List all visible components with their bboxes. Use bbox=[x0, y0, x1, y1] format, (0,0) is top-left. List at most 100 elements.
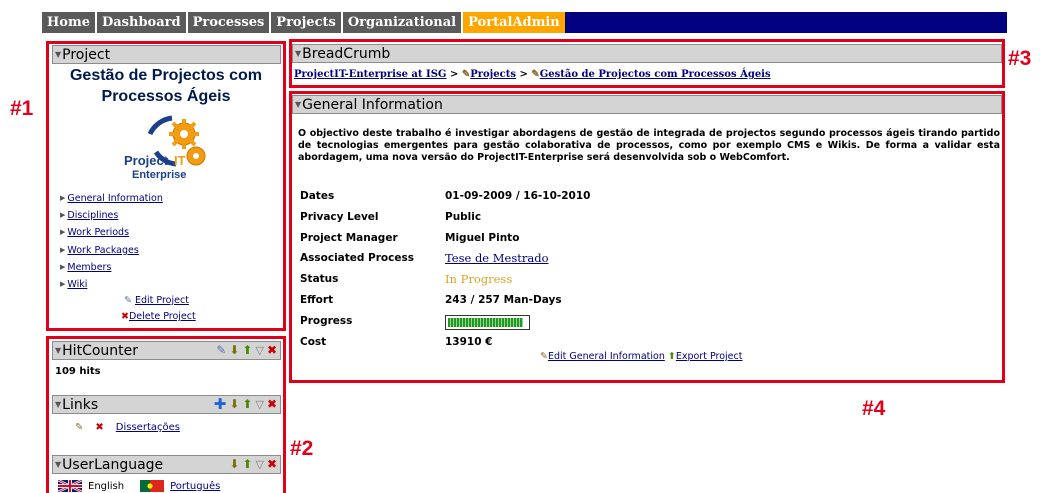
edit-project-link[interactable]: Edit Project bbox=[135, 295, 189, 306]
collapse-triangle-icon[interactable]: ▼ bbox=[55, 400, 61, 409]
upload-icon[interactable]: ⬆ bbox=[242, 343, 252, 358]
download-icon[interactable]: ⬇ bbox=[229, 457, 239, 472]
project-description: O objectivo deste trabalho é investigar … bbox=[298, 128, 1000, 163]
link-members[interactable]: Members bbox=[67, 262, 111, 273]
progress-fill bbox=[448, 317, 524, 327]
delete-project-link[interactable]: Delete Project bbox=[129, 311, 196, 322]
download-icon[interactable]: ⬇ bbox=[229, 397, 239, 412]
language-portugues[interactable]: Português bbox=[170, 481, 220, 492]
export-project-link[interactable]: Export Project bbox=[676, 351, 743, 362]
general-info-actions: ✎Edit General Information ⬆Export Projec… bbox=[540, 351, 742, 362]
pencil-icon: ✎ bbox=[124, 295, 132, 306]
privacy-value: Public bbox=[445, 210, 482, 223]
arrow-right-icon: ▶ bbox=[60, 279, 66, 288]
tab-portaladmin[interactable]: PortalAdmin bbox=[463, 12, 565, 33]
link-work-packages[interactable]: Work Packages bbox=[67, 245, 138, 256]
collapse-triangle-icon[interactable]: ▼ bbox=[295, 100, 301, 109]
userlanguage-panel-header[interactable]: ▼UserLanguage ⬇ ⬆ ▽ ✖ bbox=[52, 455, 281, 474]
top-nav: Home Dashboard Processes Projects Organi… bbox=[42, 12, 1007, 33]
privacy-label: Privacy Level bbox=[300, 210, 379, 223]
breadcrumb-separator: > bbox=[449, 69, 459, 80]
link-wiki[interactable]: Wiki bbox=[67, 279, 87, 290]
pencil-icon: ✎ bbox=[531, 69, 540, 80]
edit-general-information-link[interactable]: Edit General Information bbox=[548, 351, 665, 362]
close-icon[interactable]: ✖ bbox=[267, 343, 277, 358]
arrow-right-icon: ▶ bbox=[60, 211, 66, 220]
breadcrumb-separator: > bbox=[519, 69, 528, 80]
project-title: Gestão de Projectos com Processos Ágeis bbox=[69, 67, 263, 105]
projectit-logo-icon: Project IT Enterprise bbox=[124, 115, 206, 181]
tab-projects[interactable]: Projects bbox=[271, 12, 343, 33]
filter-icon[interactable]: ▽ bbox=[255, 397, 263, 412]
logo-text-project: Project bbox=[124, 153, 169, 168]
link-disciplines[interactable]: Disciplines bbox=[67, 210, 118, 221]
collapse-triangle-icon[interactable]: ▼ bbox=[55, 460, 61, 469]
export-icon: ⬆ bbox=[667, 351, 676, 362]
language-options: English Português bbox=[58, 480, 220, 492]
dates-value: 01-09-2009 / 16-10-2010 bbox=[445, 190, 591, 202]
associated-process-link[interactable]: Tese de Mestrado bbox=[445, 251, 549, 265]
language-english[interactable]: English bbox=[88, 481, 124, 492]
breadcrumb-item-portal[interactable]: ProjectIT-Enterprise at ISG bbox=[294, 69, 446, 80]
cost-value: 13910 € bbox=[445, 335, 493, 348]
progress-bar bbox=[445, 314, 530, 330]
project-panel-title: Project bbox=[62, 47, 111, 63]
portugal-flag-icon[interactable] bbox=[140, 480, 165, 492]
logo-text-it: IT bbox=[174, 153, 186, 168]
pencil-icon: ✎ bbox=[461, 69, 471, 80]
project-links-list: ▶ General Information ▶ Disciplines ▶ Work … bbox=[60, 192, 163, 295]
links-item: ✎ ✖ Dissertações bbox=[75, 422, 180, 433]
list-item: ▶ General Information bbox=[60, 192, 163, 209]
general-info-panel-header[interactable]: ▼General Information bbox=[292, 95, 1002, 114]
upload-icon[interactable]: ⬆ bbox=[242, 397, 252, 412]
collapse-triangle-icon[interactable]: ▼ bbox=[295, 49, 301, 58]
dates-label: Dates bbox=[300, 190, 335, 202]
hitcounter-panel-header[interactable]: ▼HitCounter ✎ ⬇ ⬆ ▽ ✖ bbox=[52, 341, 281, 360]
filter-icon[interactable]: ▽ bbox=[255, 457, 263, 472]
list-item: ▶ Work Periods bbox=[60, 226, 163, 243]
breadcrumb-panel-header[interactable]: ▼BreadCrumb bbox=[292, 44, 1002, 63]
collapse-triangle-icon[interactable]: ▼ bbox=[55, 50, 61, 59]
status-value: In Progress bbox=[445, 272, 513, 287]
breadcrumb-item-projects[interactable]: Projects bbox=[470, 69, 516, 80]
collapse-triangle-icon[interactable]: ▼ bbox=[55, 346, 61, 355]
breadcrumb-item-current-project[interactable]: Gestão de Projectos com Processos Ágeis bbox=[540, 69, 771, 80]
pencil-icon[interactable]: ✎ bbox=[216, 343, 226, 358]
link-dissertacoes[interactable]: Dissertações bbox=[116, 422, 180, 433]
plus-icon[interactable]: ✚ bbox=[214, 397, 227, 412]
cost-label: Cost bbox=[300, 335, 327, 348]
tab-organizational[interactable]: Organizational bbox=[342, 12, 464, 33]
general-info-title: General Information bbox=[302, 97, 443, 113]
manager-value: Miguel Pinto bbox=[445, 231, 520, 244]
uk-flag-icon[interactable] bbox=[58, 480, 82, 492]
close-icon[interactable]: ✖ bbox=[267, 397, 277, 412]
tab-processes[interactable]: Processes bbox=[187, 12, 272, 33]
arrow-right-icon: ▶ bbox=[60, 228, 66, 237]
annotation-marker-3: #3 bbox=[1008, 47, 1032, 70]
project-actions: ✎ Edit Project ✖Delete Project bbox=[121, 294, 196, 326]
progress-label: Progress bbox=[300, 314, 353, 327]
close-icon[interactable]: ✖ bbox=[267, 457, 277, 472]
upload-icon[interactable]: ⬆ bbox=[242, 457, 252, 472]
breadcrumb-title: BreadCrumb bbox=[302, 46, 391, 62]
links-title: Links bbox=[62, 397, 99, 413]
annotation-marker-4: #4 bbox=[862, 397, 886, 420]
pencil-icon[interactable]: ✎ bbox=[75, 422, 83, 433]
panel-toolbar: ✎ ⬇ ⬆ ▽ ✖ bbox=[216, 343, 277, 358]
arrow-right-icon: ▶ bbox=[60, 245, 66, 254]
project-panel-header[interactable]: ▼Project bbox=[52, 45, 281, 64]
filter-icon[interactable]: ▽ bbox=[255, 343, 263, 358]
link-general-information[interactable]: General Information bbox=[67, 193, 162, 204]
list-item: ▶ Wiki bbox=[60, 278, 163, 295]
annotation-marker-1: #1 bbox=[10, 97, 34, 120]
delete-x-icon[interactable]: ✖ bbox=[95, 422, 103, 433]
link-work-periods[interactable]: Work Periods bbox=[67, 227, 129, 238]
links-panel-header[interactable]: ▼Links ✚ ⬇ ⬆ ▽ ✖ bbox=[52, 395, 281, 414]
panel-toolbar: ✚ ⬇ ⬆ ▽ ✖ bbox=[214, 397, 277, 412]
tab-home[interactable]: Home bbox=[42, 12, 97, 33]
tab-dashboard[interactable]: Dashboard bbox=[96, 12, 188, 33]
download-icon[interactable]: ⬇ bbox=[229, 343, 239, 358]
delete-x-icon: ✖ bbox=[121, 311, 129, 322]
status-label: Status bbox=[300, 273, 339, 286]
arrow-right-icon: ▶ bbox=[60, 194, 66, 202]
